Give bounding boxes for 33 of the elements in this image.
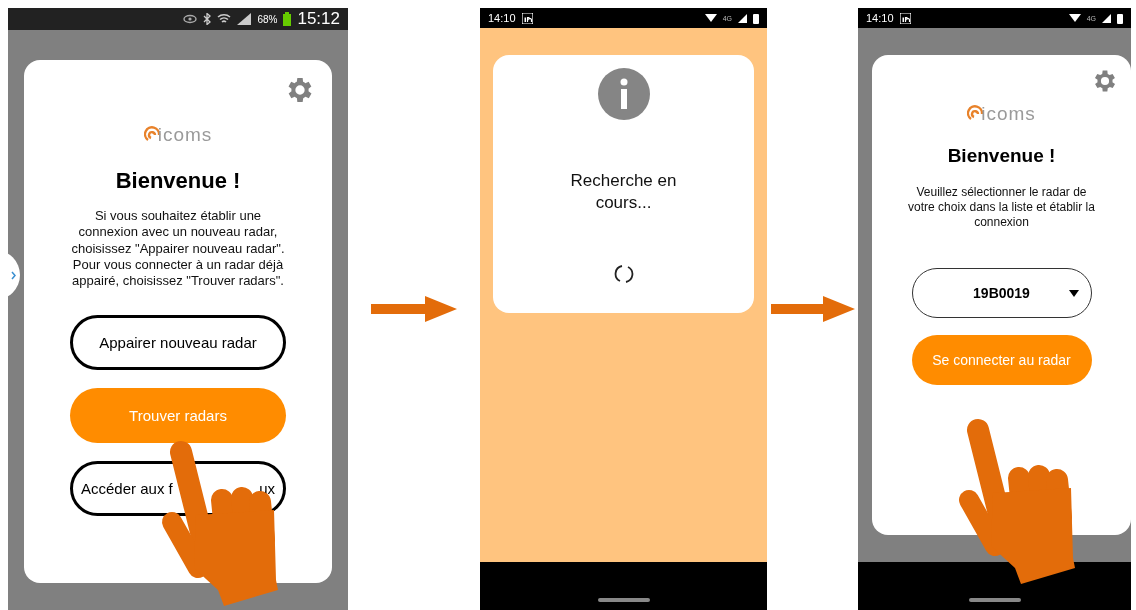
wifi-icon [1068,13,1081,23]
app-notification-icon [521,12,533,24]
battery-icon [1117,12,1123,24]
app-notification-icon [899,12,911,24]
arrow-icon [371,296,457,322]
logo-text: icoms [981,103,1036,125]
status-time: 15:12 [297,9,340,29]
menu-button[interactable]: Appairer nouveau radar [70,315,286,371]
arrow-icon [770,296,855,322]
battery-icon [753,12,759,24]
signal-icon [738,13,747,23]
welcome-title: Bienvenue ! [115,168,241,194]
logo-text: icoms [157,124,213,146]
wifi-icon [704,13,717,23]
home-indicator[interactable] [968,598,1021,602]
dropdown-caret-icon [1068,290,1079,297]
loading-message: Recherche en cours... [569,170,678,215]
status-time: 14:10 [488,12,516,24]
bluetooth-icon [203,13,212,25]
wifi-icon [217,13,232,25]
signal-icon [1102,13,1111,23]
loading-spinner-icon [613,264,634,285]
battery-icon [283,12,292,26]
welcome-title: Bienvenue ! [947,145,1056,167]
battery-percentage: 68% [257,13,278,25]
chevron-icon [11,270,16,280]
signal-icon [237,13,252,25]
instructions-text: Si vous souhaitez établir une connexion avec un nouveau radar, choisissez "Appairer nouveau radar". Pour vous connecter à un radar déjà appairé, choisissez "Trouver radars". [70,208,286,290]
status-time: 14:10 [866,12,894,24]
eye-icon [183,14,198,24]
instructions-text: Veuillez sélectionner le radar de votre choix dans la liste et établir la connexion [907,185,1096,230]
home-indicator[interactable] [597,598,650,602]
info-icon [597,68,650,120]
